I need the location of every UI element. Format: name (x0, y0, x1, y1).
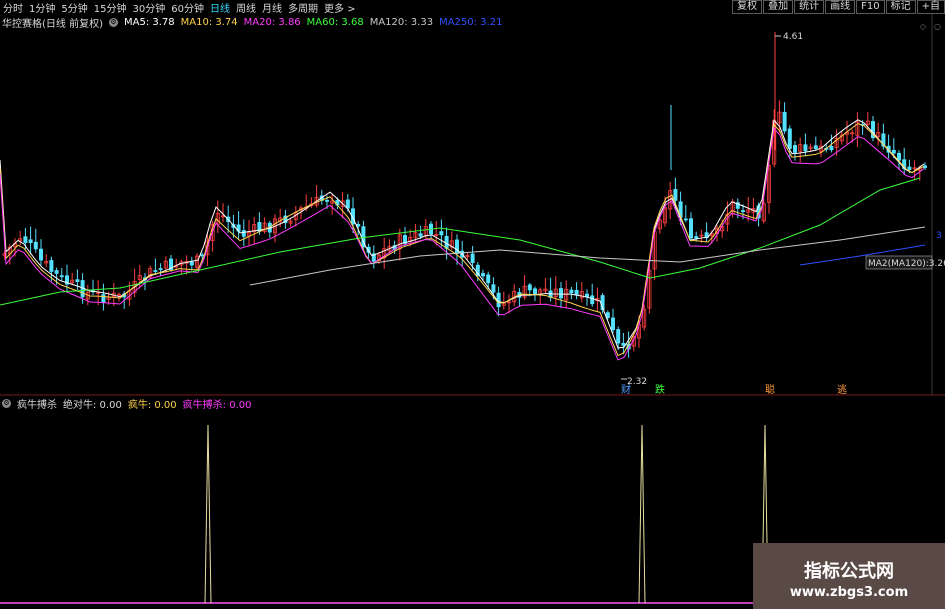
indicator-name[interactable]: 疯牛搏杀 (17, 396, 57, 411)
candle-body (439, 231, 444, 236)
indicator-value: 疯牛: 0.00 (127, 399, 177, 411)
candle-body (39, 248, 44, 261)
candle-body (683, 218, 688, 221)
candle-body (907, 166, 912, 170)
candle-body (803, 144, 808, 152)
ma5-line (0, 119, 925, 349)
candle-body (813, 145, 818, 149)
indicator-legend: ⚙ 疯牛搏杀 绝对牛: 0.00 疯牛: 0.00 疯牛搏杀: 0.00 (2, 396, 257, 411)
candle-body (324, 199, 329, 202)
candle-body (787, 128, 792, 149)
candle-body (54, 270, 59, 274)
candle-body (491, 284, 496, 293)
candle-body (241, 230, 246, 237)
candle-body (189, 261, 194, 266)
candle-body (585, 293, 590, 297)
watermark-url: www.zbgs3.com (789, 585, 909, 600)
indicator-value: 疯牛搏杀: 0.00 (182, 399, 252, 411)
candle-body (569, 289, 574, 294)
candle-body (101, 294, 106, 303)
ma2-label: MA2(MA120):3.26 (868, 259, 945, 269)
candle-body (891, 149, 896, 154)
signal-label: 聪 (765, 383, 775, 396)
candle-body (59, 275, 64, 278)
watermark-title: 指标公式网 (804, 561, 894, 582)
candle-body (49, 260, 54, 272)
candle-body (897, 152, 902, 161)
candle-body (621, 343, 626, 346)
candle-body (527, 284, 532, 291)
candle-body (533, 288, 538, 295)
candlestick-chart[interactable]: 4.612.32MA2(MA120):3.263财跌聪逃 (0, 0, 945, 609)
ma10-line (0, 122, 925, 357)
high-price-label: 4.61 (783, 32, 803, 42)
indicator-value: 绝对牛: 0.00 (63, 399, 122, 411)
candle-body (590, 295, 595, 305)
candle-body (559, 288, 564, 299)
signal-label: 逃 (837, 383, 847, 396)
candle-body (793, 145, 798, 153)
candle-body (418, 233, 423, 237)
candle-body (33, 241, 38, 250)
candle-body (829, 146, 834, 151)
candle-body (470, 253, 475, 263)
candle-body (689, 218, 694, 239)
watermark: 指标公式网 www.zbgs3.com (753, 543, 945, 609)
indicator-spike (638, 424, 646, 604)
candle-body (611, 317, 616, 331)
candle-body (486, 274, 491, 284)
indicator-spike (204, 424, 212, 604)
candle-body (496, 292, 501, 308)
ma120-line (249, 226, 926, 286)
signal-label: 跌 (655, 383, 665, 396)
right-edge-label: 3 (936, 231, 942, 241)
candle-body (741, 210, 746, 212)
candle-body (153, 270, 158, 272)
candle-body (28, 239, 33, 244)
candle-body (200, 254, 205, 257)
candle-body (345, 199, 350, 209)
candle-body (616, 329, 621, 344)
candle-body (75, 279, 80, 282)
candle-body (694, 236, 699, 239)
candle-body (574, 289, 579, 296)
candle-body (782, 111, 787, 132)
candle-body (158, 268, 163, 270)
ma60-line (0, 177, 921, 306)
signal-label: 财 (621, 383, 631, 396)
indicator-settings-icon[interactable]: ⚙ (2, 398, 11, 408)
candle-body (480, 273, 485, 277)
candle-body (673, 189, 678, 201)
candle-body (23, 236, 28, 243)
